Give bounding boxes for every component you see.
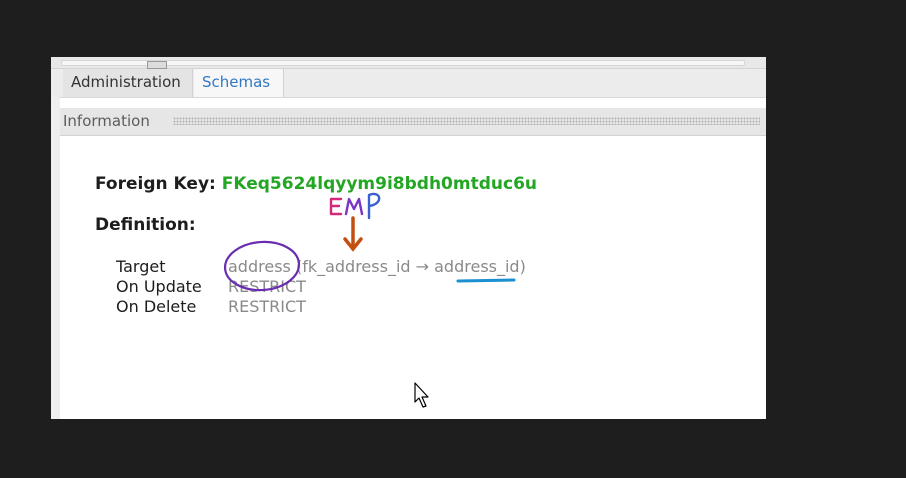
target-value: address (fk_address_id → address_id) [228,257,526,276]
grid-icon [147,61,167,69]
on-update-value: RESTRICT [228,277,306,296]
information-panel: Administration Schemas Information Forei… [51,57,766,419]
information-title: Information [63,108,153,134]
definition-row-target: Target address (fk_address_id → address_i… [116,257,526,277]
definition-row-on-delete: On Delete RESTRICT [116,297,306,317]
foreign-key-label: Foreign Key: [95,174,216,194]
tab-bar: Administration Schemas [51,69,766,98]
on-delete-value: RESTRICT [228,297,306,316]
definition-row-on-update: On Update RESTRICT [116,277,306,297]
information-content: Foreign Key: FKeq5624lqyym9i8bdh0mtduc6u… [60,136,766,419]
left-border [51,97,60,419]
on-delete-label: On Delete [116,297,197,316]
information-header[interactable]: Information [60,108,766,136]
foreign-key-heading: Foreign Key: FKeq5624lqyym9i8bdh0mtduc6u [95,174,537,194]
foreign-key-name: FKeq5624lqyym9i8bdh0mtduc6u [221,174,537,194]
definition-title: Definition: [95,215,196,235]
on-update-label: On Update [116,277,202,296]
tab-administration[interactable]: Administration [63,69,193,97]
tab-schemas[interactable]: Schemas [194,69,284,97]
drag-handle[interactable] [173,117,760,125]
top-scrollbar[interactable] [51,57,766,69]
target-label: Target [116,257,166,276]
